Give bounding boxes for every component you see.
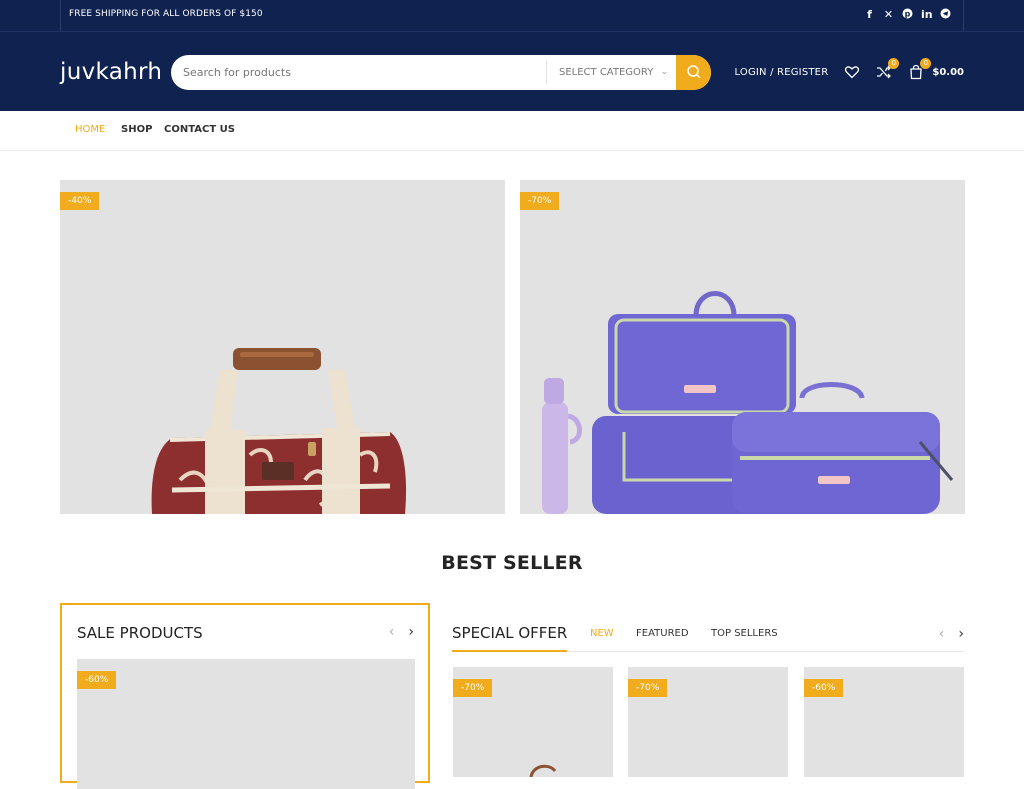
discount-badge: -70%	[520, 192, 560, 210]
nav-item-shop[interactable]: SHOP	[121, 124, 152, 135]
cart-total[interactable]: $0.00	[932, 67, 964, 78]
sale-products-arrows: ‹ ›	[389, 624, 414, 640]
linkedin-icon[interactable]: in	[921, 8, 933, 21]
product-card[interactable]: -70%	[453, 667, 613, 777]
category-select-label: SELECT CATEGORY	[559, 67, 654, 78]
sale-products-widget: SALE PRODUCTS ‹ › -60%	[60, 603, 430, 789]
x-icon[interactable]: ✕	[883, 8, 894, 21]
promo-banner-lunch-bags[interactable]: -70%	[520, 180, 965, 514]
nav-item-home[interactable]: HOME	[75, 124, 105, 135]
discount-badge: -60%	[77, 671, 117, 689]
login-register-link[interactable]: LOGIN / REGISTER	[734, 67, 828, 78]
top-bar-inner: FREE SHIPPING FOR ALL ORDERS OF $150 f ✕…	[60, 0, 964, 31]
search-button[interactable]	[676, 55, 711, 90]
sale-products-title: SALE PRODUCTS	[77, 624, 203, 642]
tab-featured[interactable]: FEATURED	[636, 628, 689, 639]
product-card[interactable]: -70%	[628, 667, 788, 777]
category-select[interactable]: SELECT CATEGORY ⌄	[546, 61, 676, 84]
compare-button[interactable]: 0	[876, 58, 900, 80]
cooler-bag-image	[151, 348, 407, 514]
discount-badge: -60%	[804, 679, 844, 697]
product-image	[529, 764, 557, 777]
promo-banner-cooler-bag[interactable]: -40%	[60, 180, 505, 514]
tab-special-offer[interactable]: SPECIAL OFFER	[452, 624, 568, 652]
chevron-down-icon: ⌄	[660, 67, 668, 77]
header-actions: LOGIN / REGISTER 0 0 $0.00	[734, 58, 964, 82]
tabs-arrows: ‹ ›	[939, 626, 964, 642]
social-links: f ✕ p in	[864, 8, 951, 21]
top-bar: FREE SHIPPING FOR ALL ORDERS OF $150 f ✕…	[0, 0, 1024, 31]
product-card[interactable]: -60%	[804, 667, 964, 777]
section-title-best-seller: BEST SELLER	[441, 552, 583, 574]
nav-item-contact-us[interactable]: CONTACT US	[164, 124, 235, 135]
lunch-bags-image	[542, 291, 954, 514]
chevron-left-icon[interactable]: ‹	[389, 624, 395, 640]
chevron-left-icon[interactable]: ‹	[939, 626, 945, 642]
search-input[interactable]	[183, 55, 543, 90]
chevron-right-icon[interactable]: ›	[958, 626, 964, 642]
cart-count-badge: 0	[920, 58, 932, 69]
search-bar: SELECT CATEGORY ⌄	[171, 55, 711, 90]
heart-icon	[845, 66, 860, 79]
pinterest-icon[interactable]: p	[902, 8, 913, 21]
search-icon	[687, 65, 701, 79]
sale-product-image[interactable]: -60%	[77, 659, 415, 789]
tab-new[interactable]: NEW	[590, 628, 614, 639]
telegram-icon[interactable]	[940, 8, 951, 21]
discount-badge: -40%	[60, 192, 100, 210]
site-logo[interactable]: juvkahrh	[60, 59, 162, 85]
tab-top-sellers[interactable]: TOP SELLERS	[711, 628, 778, 639]
shipping-promo: FREE SHIPPING FOR ALL ORDERS OF $150	[69, 9, 263, 19]
facebook-icon[interactable]: f	[864, 8, 875, 21]
chevron-right-icon[interactable]: ›	[408, 624, 414, 640]
compare-count-badge: 0	[888, 58, 900, 69]
main-navigation: HOME SHOP CONTACT US	[0, 111, 1024, 151]
discount-badge: -70%	[628, 679, 668, 697]
wishlist-button[interactable]	[844, 64, 860, 80]
product-tabs: SPECIAL OFFER NEW FEATURED TOP SELLERS ‹…	[452, 620, 964, 652]
cart-button[interactable]: 0	[908, 58, 932, 80]
svg-text:p: p	[905, 9, 911, 18]
main-header: juvkahrh SELECT CATEGORY ⌄ LOGIN / REGIS…	[0, 31, 1024, 111]
